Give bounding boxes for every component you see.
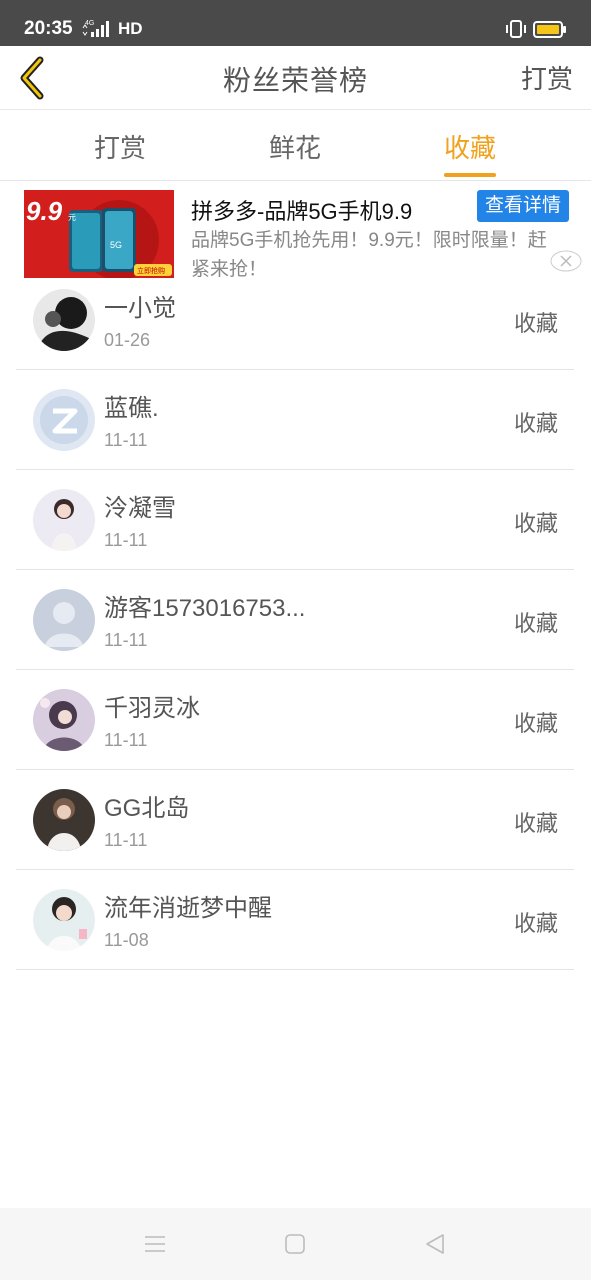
battery-icon bbox=[533, 21, 566, 38]
action-label: 收藏 bbox=[513, 711, 558, 736]
avatar bbox=[33, 589, 95, 651]
list-item[interactable]: 泠凝雪 11-11 收藏 bbox=[16, 470, 574, 570]
status-time: 20:35 bbox=[24, 18, 73, 39]
tab-bar: 打赏 鲜花 收藏 bbox=[0, 111, 591, 181]
tab-label: 打赏 bbox=[93, 133, 146, 163]
top-bar: 粉丝荣誉榜 打赏 bbox=[0, 46, 591, 110]
date: 01-26 bbox=[104, 330, 151, 350]
menu-icon[interactable] bbox=[143, 1232, 167, 1256]
user-name: 一小觉 bbox=[104, 295, 176, 322]
page-title: 粉丝荣誉榜 bbox=[222, 65, 368, 96]
avatar bbox=[33, 889, 95, 951]
status-bar: 20:35 4G HD bbox=[0, 0, 591, 46]
close-icon[interactable] bbox=[550, 250, 582, 272]
date: 11-11 bbox=[104, 730, 148, 750]
list-item[interactable]: 蓝礁. 11-11 收藏 bbox=[16, 370, 574, 470]
tab-label: 收藏 bbox=[443, 133, 496, 163]
date: 11-11 bbox=[104, 830, 148, 850]
tab-flowers[interactable]: 鲜花 bbox=[235, 128, 355, 181]
action-label: 收藏 bbox=[513, 911, 558, 936]
list-item[interactable]: 一小觉 01-26 收藏 bbox=[16, 270, 574, 370]
view-details-button[interactable]: 查看详情 bbox=[477, 190, 569, 222]
home-square-icon[interactable] bbox=[283, 1232, 307, 1256]
user-name: 千羽灵冰 bbox=[104, 695, 200, 722]
date: 11-11 bbox=[104, 530, 148, 550]
ad-image-unit: 元 bbox=[68, 213, 76, 222]
date: 11-11 bbox=[104, 630, 148, 650]
avatar bbox=[33, 689, 95, 751]
user-name: 泠凝雪 bbox=[104, 495, 176, 522]
signal-4g-icon: 4G bbox=[82, 20, 109, 37]
network-type: HD bbox=[118, 19, 143, 38]
tab-indicator bbox=[444, 173, 496, 177]
list-item[interactable]: 千羽灵冰 11-11 收藏 bbox=[16, 670, 574, 770]
date: 11-11 bbox=[104, 430, 148, 450]
avatar bbox=[33, 789, 95, 851]
action-label: 收藏 bbox=[513, 611, 558, 636]
avatar bbox=[33, 389, 95, 451]
ad-banner[interactable]: 5G 9.9 元 立即抢购 拼多多-品牌5G手机9.9 查看详情 品牌5G手机抢… bbox=[0, 182, 591, 282]
user-name: 游客1573016753... bbox=[104, 595, 306, 622]
list-item[interactable]: GG北岛 11-11 收藏 bbox=[16, 770, 574, 870]
tab-label: 鲜花 bbox=[268, 133, 321, 163]
ad-image-badge: 5G bbox=[110, 240, 122, 250]
date: 11-08 bbox=[104, 930, 149, 950]
system-nav-bar bbox=[0, 1208, 591, 1280]
user-name: 蓝礁. bbox=[104, 395, 159, 422]
ad-image-price: 9.9 bbox=[26, 196, 63, 226]
vibrate-icon bbox=[506, 20, 526, 38]
ad-image[interactable]: 5G 9.9 元 立即抢购 bbox=[24, 190, 174, 278]
action-label: 收藏 bbox=[513, 311, 558, 336]
list-item[interactable]: 游客1573016753... 11-11 收藏 bbox=[16, 570, 574, 670]
action-label: 收藏 bbox=[513, 411, 558, 436]
svg-text:4G: 4G bbox=[85, 20, 94, 27]
user-name: 流年消逝梦中醒 bbox=[104, 895, 272, 922]
tab-collect[interactable]: 收藏 bbox=[410, 128, 530, 181]
tab-reward[interactable]: 打赏 bbox=[60, 128, 180, 181]
user-name: GG北岛 bbox=[104, 795, 190, 822]
avatar bbox=[33, 289, 95, 351]
back-triangle-icon[interactable] bbox=[423, 1232, 447, 1256]
action-label: 收藏 bbox=[513, 811, 558, 836]
reward-button[interactable]: 打赏 bbox=[521, 59, 573, 96]
ad-title[interactable]: 拼多多-品牌5G手机9.9 bbox=[191, 194, 412, 226]
action-label: 收藏 bbox=[513, 511, 558, 536]
avatar bbox=[33, 489, 95, 551]
list-item[interactable]: 流年消逝梦中醒 11-08 收藏 bbox=[16, 870, 574, 970]
